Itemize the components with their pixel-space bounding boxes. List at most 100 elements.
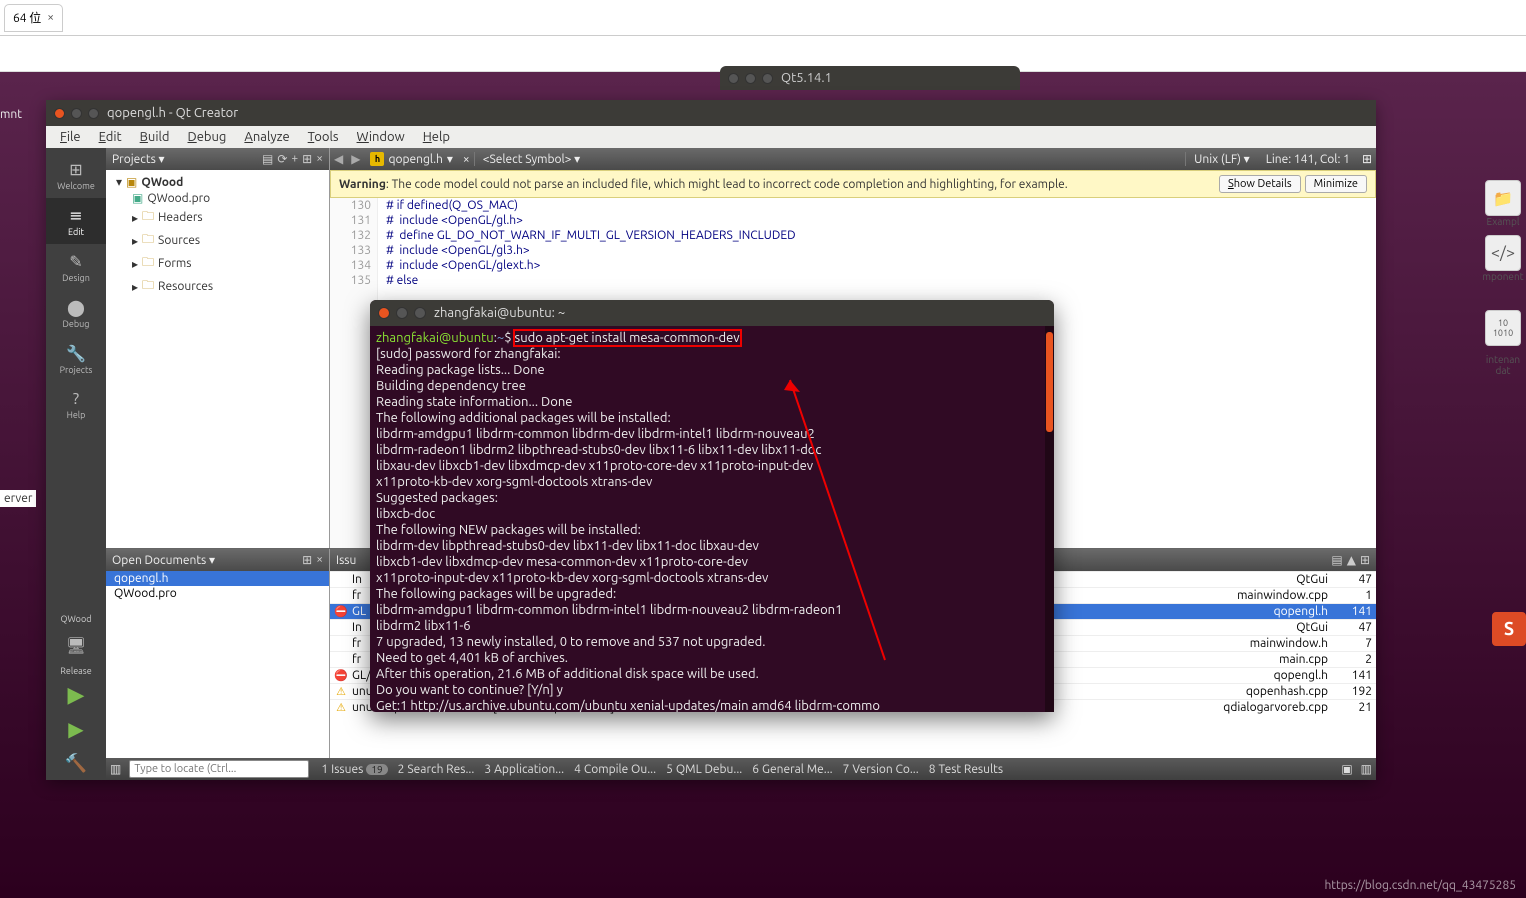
maximize-icon[interactable] [762,73,773,84]
project-tree[interactable]: ▾ ▣ QWood ▣ QWood.pro ▸ 🗀 Headers ▸ 🗀 So… [106,170,329,548]
kit-selector[interactable]: 🖥 [46,626,106,664]
status-tab[interactable]: 8 Test Results [925,763,1007,776]
mode-design[interactable]: ✎Design [46,244,106,290]
status-tab[interactable]: 5 QML Debu... [662,763,746,776]
tree-folder-resources[interactable]: ▸ 🗀 Resources [108,275,327,298]
pencil-icon: ✎ [69,252,82,271]
open-doc-item[interactable]: QWood.pro [106,586,329,601]
qtcreator-title: qopengl.h - Qt Creator [107,106,238,120]
build-button[interactable]: 🔨 [46,746,106,780]
close-icon[interactable]: × [47,11,54,24]
err-icon: ⛔ [334,605,348,618]
close-icon[interactable] [378,307,390,319]
mode-help[interactable]: ?Help [46,382,106,428]
sync-icon[interactable]: ⟳ [277,152,287,166]
launcher-component[interactable]: </> mponent [1480,235,1526,282]
split-icon[interactable]: ⊞ [302,152,312,166]
split-icon[interactable]: ⊞ [1358,152,1376,166]
menu-window[interactable]: Window [349,128,413,146]
close-icon[interactable] [728,73,739,84]
menu-bar: File Edit Build Debug Analyze Tools Wind… [46,126,1376,148]
code-model-warning-bar: Warning: The code model could not parse … [330,170,1376,198]
close-pane-icon[interactable]: × [316,152,323,166]
menu-tools[interactable]: Tools [300,128,347,146]
minimize-icon[interactable] [396,307,408,319]
tree-root[interactable]: ▾ ▣ QWood [108,174,327,190]
header-file-icon: h [370,152,384,166]
rightbar-toggle-icon[interactable]: ▥ [1361,762,1372,776]
browser-tab-bar: 64 位 × [0,0,1526,36]
browser-tab-label: 64 位 [13,9,41,26]
close-file-icon[interactable]: × [459,153,474,166]
tree-folder-headers[interactable]: ▸ 🗀 Headers [108,206,327,229]
symbol-selector[interactable]: <Select Symbol> ▾ [474,152,1186,166]
status-tab[interactable]: 3 Application... [480,763,568,776]
add-icon[interactable]: + [291,152,298,166]
open-doc-item[interactable]: qopengl.h [106,571,329,586]
binary-icon: 101010 [1485,310,1521,346]
err-icon: ⛔ [334,669,348,682]
nav-back-icon[interactable]: ◀ [330,152,347,166]
maximize-pane-icon[interactable]: ⊞ [1360,553,1370,567]
tree-folder-forms[interactable]: ▸ 🗀 Forms [108,252,327,275]
minimize-icon[interactable] [71,108,82,119]
locator[interactable] [129,760,309,778]
show-details-button[interactable]: Show Details [1219,175,1301,193]
expand-icon[interactable]: ▲ [1347,553,1356,567]
maximize-icon[interactable] [414,307,426,319]
open-file-selector[interactable]: h qopengl.h ▾ [364,152,458,166]
open-docs-list[interactable]: qopengl.h QWood.pro [106,571,329,758]
browser-tab[interactable]: 64 位 × [4,4,63,32]
encoding-selector[interactable]: Unix (LF) ▾ [1186,152,1258,166]
kit-config-label: Release [60,664,91,678]
launcher-examples[interactable]: 📁 Exampl [1480,180,1526,227]
pro-file-icon: ▣ [132,191,143,205]
projects-pane-header: Projects ▤ ⟳ + ⊞ × [106,148,329,170]
filter-icon[interactable]: ▤ [1331,553,1342,567]
run-debug-button[interactable]: ▶ [46,712,106,746]
sogou-icon[interactable]: S [1492,612,1526,646]
close-icon[interactable] [54,108,65,119]
minimize-button[interactable]: Minimize [1305,175,1367,193]
line-col-indicator[interactable]: Line: 141, Col: 1 [1258,153,1358,166]
locator-input[interactable] [129,760,309,778]
split-icon[interactable]: ⊞ [302,553,312,567]
tree-folder-sources[interactable]: ▸ 🗀 Sources [108,229,327,252]
mode-welcome[interactable]: ⊞Welcome [46,152,106,198]
status-tab[interactable]: 7 Version Co... [839,763,923,776]
maximize-icon[interactable] [88,108,99,119]
folder-icon: 🗀 [142,230,154,251]
terminal-body[interactable]: zhangfakai@ubuntu:~$ sudo apt-get instal… [370,326,1054,712]
scrollbar-thumb[interactable] [1046,332,1053,432]
output-toggle-icon[interactable]: ▣ [1341,762,1352,776]
grid-icon: ⊞ [69,160,82,179]
left-mode-sidebar: ⊞Welcome ≡Edit ✎Design ⬤Debug 🔧Projects … [46,148,106,780]
scrollbar[interactable] [1045,326,1054,712]
projects-header-label[interactable]: Projects [112,152,165,166]
qt-maintenance-titlebar: Qt5.14.1 [720,66,1020,90]
status-tab[interactable]: 1 Issues 19 [317,763,391,776]
status-tab[interactable]: 2 Search Res... [394,763,479,776]
mode-debug[interactable]: ⬤Debug [46,290,106,336]
sidebar-toggle-icon[interactable]: ▥ [110,762,121,776]
launcher-binary[interactable]: 101010 [1480,310,1526,346]
mode-projects[interactable]: 🔧Projects [46,336,106,382]
status-tab[interactable]: 6 General Me... [748,763,836,776]
minimize-icon[interactable] [745,73,756,84]
mode-edit[interactable]: ≡Edit [46,198,106,244]
menu-file[interactable]: File [52,128,89,146]
window-controls [378,307,426,319]
filter-icon[interactable]: ▤ [262,152,273,166]
run-button[interactable]: ▶ [46,678,106,712]
launcher-intenan[interactable]: intenan dat [1480,354,1526,376]
nav-fwd-icon[interactable]: ▶ [347,152,364,166]
menu-edit[interactable]: Edit [91,128,130,146]
menu-help[interactable]: Help [415,128,458,146]
desktop-label-server: erver [0,490,36,507]
menu-debug[interactable]: Debug [180,128,235,146]
menu-analyze[interactable]: Analyze [236,128,297,146]
tree-pro-file[interactable]: ▣ QWood.pro [108,190,327,206]
close-pane-icon[interactable]: × [316,553,323,567]
status-tab[interactable]: 4 Compile Ou... [570,763,660,776]
menu-build[interactable]: Build [132,128,178,146]
